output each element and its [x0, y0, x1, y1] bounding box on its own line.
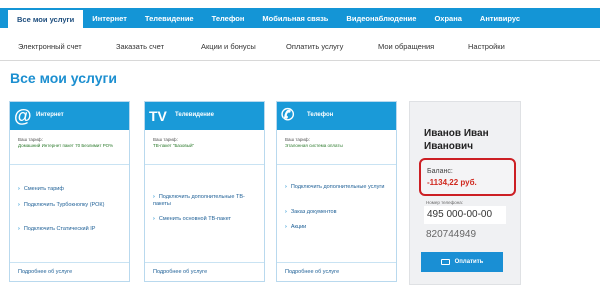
subnav-order-bill[interactable]: Заказать счет [116, 42, 164, 51]
subnav-my-requests[interactable]: Мои обращения [378, 42, 434, 51]
promotions-link[interactable]: Акции [285, 224, 390, 231]
account-number: 820744949 [426, 229, 477, 240]
tab-security[interactable]: Охрана [425, 8, 470, 28]
divider [145, 164, 264, 165]
subnav-electronic-bill[interactable]: Электронный счет [18, 42, 82, 51]
service-card-phone: ✆ Телефон Ваш тариф: Эталонная система о… [276, 101, 397, 282]
change-tariff-link[interactable]: Сменить тариф [18, 186, 123, 193]
sub-nav: Электронный счет Заказать счет Акции и б… [0, 38, 600, 56]
card-icon [440, 259, 450, 265]
card-header: @ Интернет [10, 102, 129, 130]
tab-internet[interactable]: Интернет [83, 8, 136, 28]
balance-value: -1134,22 руб. [427, 178, 477, 187]
pay-button-label: Оплатить [454, 259, 484, 265]
pay-button[interactable]: Оплатить [421, 252, 503, 272]
account-panel: Иванов Иван Иванович Баланс: -1134,22 ру… [409, 101, 521, 285]
phone-label: Номер телефона: [426, 200, 464, 205]
tab-video-surveillance[interactable]: Видеонаблюдение [337, 8, 425, 28]
tab-mobile[interactable]: Мобильная связь [253, 8, 337, 28]
more-about-service-link[interactable]: Подробнее об услуге [285, 269, 339, 275]
change-tv-package-link[interactable]: Сменить основной ТВ-пакет [153, 216, 258, 223]
phone-field: 495 000-00-00 [424, 206, 506, 224]
divider [277, 164, 396, 165]
tariff-label: Ваш тариф: [18, 137, 43, 142]
card-title: Телевидение [175, 112, 214, 118]
card-header: ✆ Телефон [277, 102, 396, 130]
tv-icon: TV [149, 108, 167, 124]
card-title: Интернет [36, 112, 64, 118]
divider [10, 262, 129, 263]
divider [145, 262, 264, 263]
top-nav: Все мои услуги Интернет Телевидение Теле… [0, 8, 600, 28]
more-about-service-link[interactable]: Подробнее об услуге [153, 269, 207, 275]
more-about-service-link[interactable]: Подробнее об услуге [18, 269, 72, 275]
tab-phone[interactable]: Телефон [203, 8, 254, 28]
tab-antivirus[interactable]: Антивирус [471, 8, 529, 28]
subnav-pay-service[interactable]: Оплатить услугу [286, 42, 343, 51]
balance-label: Баланс: [427, 168, 453, 175]
order-documents-link[interactable]: Заказ документов [285, 209, 390, 216]
tariff-value: ТВ-пакет "Базовый" [153, 143, 195, 148]
tab-television[interactable]: Телевидение [136, 8, 203, 28]
phone-value: 495 000-00-00 [427, 209, 493, 220]
card-title: Телефон [307, 112, 334, 118]
balance-box: Баланс: -1134,22 руб. [419, 158, 516, 196]
static-ip-link[interactable]: Подключить Статический IP [18, 226, 123, 233]
turbo-button-link[interactable]: Подключить Турбокнопку (РОК) [18, 202, 123, 209]
subnav-promotions[interactable]: Акции и бонусы [201, 42, 256, 51]
add-services-link[interactable]: Подключить дополнительные услуги [285, 184, 390, 191]
page-title: Все мои услуги [10, 70, 117, 86]
tariff-value: Домашний Интернет пакет 70 Безлимит РО% [18, 143, 114, 148]
add-tv-packages-link[interactable]: Подключить дополнительные ТВ-пакеты [153, 194, 258, 208]
tariff-label: Ваш тариф: [285, 137, 310, 142]
phone-icon: ✆ [281, 107, 295, 124]
tab-all-services[interactable]: Все мои услуги [8, 10, 84, 28]
customer-patronymic: Иванович [424, 141, 474, 152]
card-header: TV Телевидение [145, 102, 264, 130]
service-card-tv: TV Телевидение Ваш тариф: ТВ-пакет "Базо… [144, 101, 265, 282]
customer-name: Иванов Иван [424, 128, 489, 139]
subnav-settings[interactable]: Настройки [468, 42, 505, 51]
divider [277, 262, 396, 263]
service-card-internet: @ Интернет Ваш тариф: Домашний Интернет … [9, 101, 130, 282]
divider [10, 164, 129, 165]
at-sign-icon: @ [14, 106, 32, 126]
tariff-value: Эталонная система оплаты [285, 143, 343, 148]
divider [0, 60, 600, 61]
tariff-label: Ваш тариф: [153, 137, 178, 142]
